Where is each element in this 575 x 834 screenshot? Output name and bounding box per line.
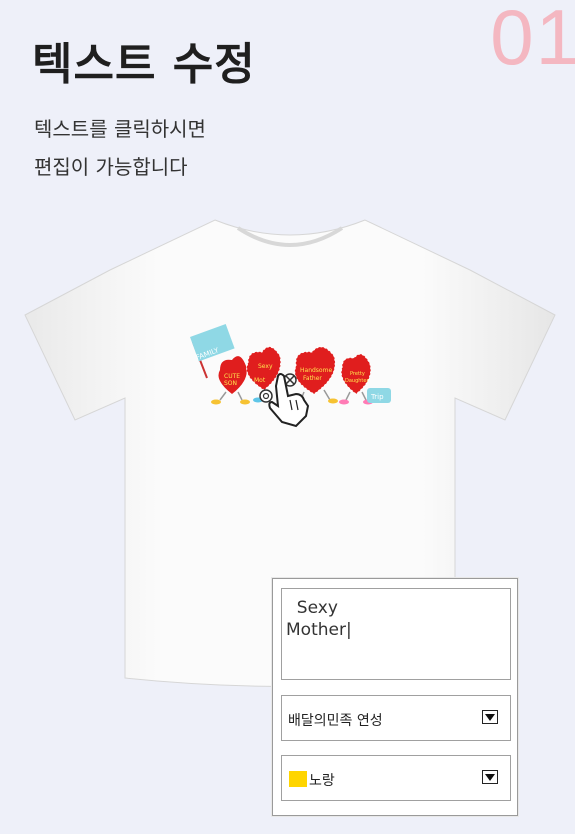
font-select-value: 배달의민족 연성 — [288, 713, 383, 729]
color-select-value: 노랑 — [309, 773, 335, 789]
step-number: 01 — [490, 0, 575, 81]
description-line-2: 편집이 가능합니다 — [34, 155, 188, 179]
color-select[interactable]: 노랑 — [281, 755, 511, 801]
description-line-1: 텍스트를 클릭하시면 — [34, 117, 206, 141]
heart-4-text2[interactable]: Daughter — [345, 378, 369, 384]
heart-3-text2[interactable]: Father — [303, 375, 322, 382]
color-swatch — [289, 771, 307, 787]
dropdown-arrow-icon[interactable] — [482, 770, 498, 784]
heart-1-text1[interactable]: CUTE — [224, 373, 240, 380]
text-editor-panel: Sexy Mother| 배달의민족 연성 노랑 — [272, 578, 518, 816]
heart-2-text1[interactable]: Sexy — [258, 363, 273, 370]
description: 텍스트를 클릭하시면 편집이 가능합니다 — [34, 110, 206, 186]
suitcase-graphic: Trip — [367, 388, 391, 403]
heart-1-text2[interactable]: SON — [224, 380, 237, 387]
text-input[interactable]: Sexy Mother| — [281, 588, 511, 680]
heart-2-text2[interactable]: Mot — [254, 377, 266, 384]
page-title: 텍스트 수정 — [32, 39, 256, 90]
heart-4-text1[interactable]: Pretty — [350, 371, 365, 377]
font-select[interactable]: 배달의민족 연성 — [281, 695, 511, 741]
suitcase-text[interactable]: Trip — [370, 393, 384, 401]
dropdown-arrow-icon[interactable] — [482, 710, 498, 724]
heart-3-text1[interactable]: Handsome — [300, 367, 332, 374]
